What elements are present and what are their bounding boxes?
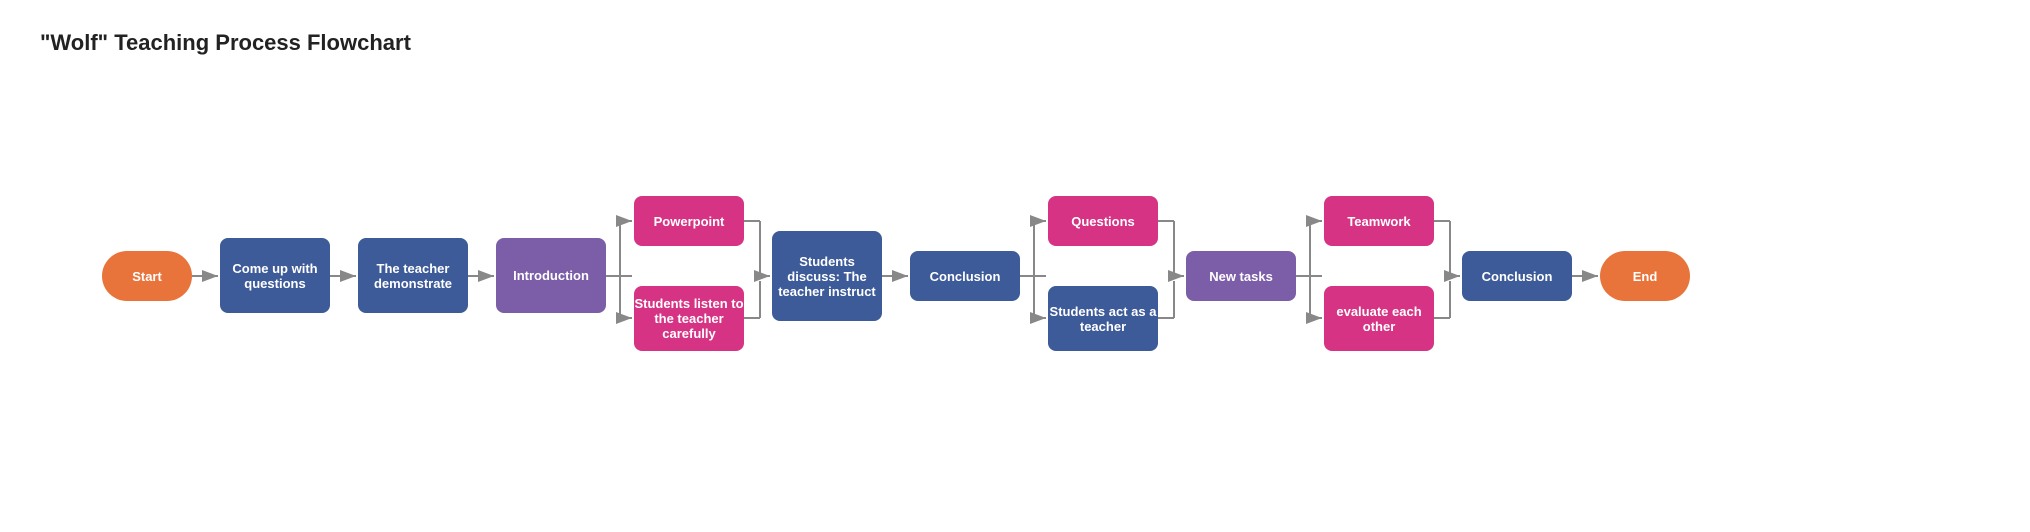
node-intro: Introduction — [496, 238, 606, 313]
node-questions-2: Questions — [1048, 196, 1158, 246]
node-end: End — [1600, 251, 1690, 301]
node-conclusion-1: Conclusion — [910, 251, 1020, 301]
node-powerpoint: Powerpoint — [634, 196, 744, 246]
node-students-act: Students act as a teacher — [1048, 286, 1158, 351]
node-evaluate: evaluate each other — [1324, 286, 1434, 351]
page-title: "Wolf" Teaching Process Flowchart — [40, 30, 1990, 56]
node-students-listen: Students listen to the teacher carefully — [634, 286, 744, 351]
node-start: Start — [102, 251, 192, 301]
node-new-tasks: New tasks — [1186, 251, 1296, 301]
node-conclusion-2: Conclusion — [1462, 251, 1572, 301]
flowchart-area: Start Come up with questions The teacher… — [40, 66, 1990, 506]
node-questions: Come up with questions — [220, 238, 330, 313]
node-teamwork: Teamwork — [1324, 196, 1434, 246]
node-teacher-demo: The teacher demonstrate — [358, 238, 468, 313]
node-students-discuss: Students discuss: The teacher instruct — [772, 231, 882, 321]
page: "Wolf" Teaching Process Flowchart — [0, 0, 2030, 532]
